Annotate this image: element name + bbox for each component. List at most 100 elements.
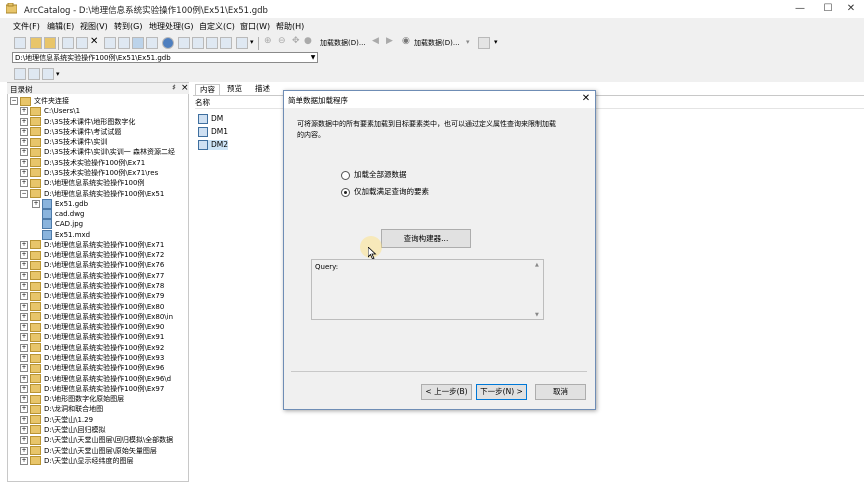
expand-icon[interactable]: + <box>20 415 28 424</box>
tree-item[interactable]: + D:\地理信息系统实验操作100例\Ex71 <box>20 240 164 250</box>
up-one-level-icon[interactable] <box>14 37 26 49</box>
expand-icon[interactable]: + <box>20 456 28 465</box>
expand-icon[interactable]: + <box>20 436 28 445</box>
tree-item[interactable]: + D:\地理信息系统实验操作100例\Ex79 <box>20 291 164 301</box>
metadata-icon[interactable] <box>28 68 40 80</box>
toolbar-options-icon[interactable]: ▾ <box>250 38 254 46</box>
menu-file[interactable]: 文件(F) <box>13 21 40 32</box>
tree-item[interactable]: + D:\3S技术课件\实训\实训一 森林资源二经 <box>20 147 175 157</box>
tab-description[interactable]: 描述 <box>251 84 274 94</box>
next-button[interactable]: 下一步(N) > <box>476 384 527 400</box>
close-button[interactable]: ✕ <box>836 2 864 16</box>
expand-icon[interactable]: + <box>20 395 28 404</box>
menu-view[interactable]: 视图(V) <box>80 21 108 32</box>
disconnect-folder-icon[interactable] <box>44 37 56 49</box>
radio-load-query[interactable]: 仅加载满足查询的要素 <box>341 186 429 197</box>
arctoolbox-icon[interactable] <box>206 37 218 49</box>
tab-contents[interactable]: 内容 <box>195 84 220 95</box>
radio-circle-selected[interactable] <box>341 187 350 197</box>
expand-icon[interactable]: + <box>20 261 28 270</box>
tree-item[interactable]: + D:\地理信息系统实验操作100例\Ex90 <box>20 322 164 332</box>
paste-icon[interactable] <box>76 37 88 49</box>
model-builder-icon[interactable] <box>236 37 248 49</box>
dialog-close-icon[interactable]: ✕ <box>580 93 592 105</box>
chevron-down-icon[interactable]: ▼ <box>308 52 318 63</box>
connect-folder-icon[interactable] <box>30 37 42 49</box>
expand-icon[interactable]: + <box>20 168 28 177</box>
toolbar-options-icon-2[interactable]: ▾ <box>494 38 498 46</box>
expand-icon[interactable]: + <box>20 282 28 291</box>
tree-item[interactable]: + D:\地理信息系统实验操作100例\Ex76 <box>20 260 164 270</box>
expand-icon[interactable]: + <box>32 199 40 208</box>
expand-icon[interactable]: + <box>20 138 28 147</box>
tree-item[interactable]: + D:\天堂山\显示经纬度的图层 <box>20 456 133 466</box>
tree-item[interactable]: + D:\地理信息系统实验操作100例\Ex96 <box>20 363 164 373</box>
disabled-tool-icon[interactable] <box>478 37 490 49</box>
expand-icon[interactable]: + <box>20 343 28 352</box>
expand-icon[interactable]: + <box>20 292 28 301</box>
expand-icon[interactable]: + <box>20 354 28 362</box>
tree-item[interactable]: + D:\地理信息系统实验操作100例\Ex80 <box>20 302 164 312</box>
tree-item[interactable]: + D:\天堂山\回归模拟 <box>20 425 105 435</box>
add-data-button[interactable]: 加载数据(D)... <box>320 38 366 48</box>
expand-icon[interactable]: + <box>20 446 28 455</box>
tree-item[interactable]: + D:\地理信息系统实验操作100例\Ex77 <box>20 271 164 281</box>
tree-item[interactable]: + D:\地理信息系统实验操作100例\Ex72 <box>20 250 164 260</box>
tree-item[interactable]: +cad.dwg <box>32 209 84 220</box>
tree-item[interactable]: + D:\地理信息系统实验操作100例\Ex78 <box>20 281 164 291</box>
tree-item[interactable]: + D:\地理信息系统实验操作100例\Ex80\in <box>20 312 173 322</box>
expand-icon[interactable]: + <box>20 384 28 393</box>
expand-icon[interactable]: + <box>20 323 28 332</box>
identify-icon[interactable]: ◉ <box>402 36 410 46</box>
delete-icon[interactable]: ✕ <box>90 36 98 47</box>
tree-item[interactable]: + D:\天堂山\1.29 <box>20 415 93 425</box>
forward-icon[interactable]: ▶ <box>386 36 393 46</box>
collapse-icon[interactable]: − <box>20 189 28 198</box>
expand-icon[interactable]: + <box>20 425 28 434</box>
search-window-icon[interactable] <box>192 37 204 49</box>
properties-icon[interactable] <box>42 68 54 80</box>
cancel-button[interactable]: 取消 <box>535 384 586 400</box>
tree-item[interactable]: + D:\3S技术课件\地形图数字化 <box>20 117 135 127</box>
expand-icon[interactable]: + <box>20 312 28 321</box>
expand-icon[interactable]: + <box>20 107 28 116</box>
scroll-down-icon[interactable]: ▼ <box>535 312 539 318</box>
tree-item[interactable]: − D:\地理信息系统实验操作100例\Ex51 <box>20 189 164 199</box>
expand-icon[interactable]: + <box>20 148 28 157</box>
location-input[interactable]: D:\地理信息系统实验操作100例\Ex51\Ex51.gdb <box>12 52 318 63</box>
menu-geoprocessing[interactable]: 地理处理(G) <box>149 21 193 32</box>
details-icon[interactable] <box>132 37 144 49</box>
expand-icon[interactable]: + <box>20 302 28 311</box>
tree-item[interactable]: + D:\3S技术实验操作100例\Ex71 <box>20 158 145 168</box>
tree-item[interactable]: + D:\天堂山\天堂山图层\回归模拟\全部数据 <box>20 435 173 445</box>
list-item[interactable]: DM1 <box>198 127 228 137</box>
tree-item[interactable]: + D:\地理信息系统实验操作100例\Ex91 <box>20 332 164 342</box>
list-icon[interactable] <box>118 37 130 49</box>
tree-item[interactable]: + D:\地理信息系统实验操作100例\Ex92 <box>20 343 164 353</box>
add-data-button-2[interactable]: 加载数据(D)... <box>414 38 460 48</box>
expand-icon[interactable]: + <box>20 405 28 414</box>
menu-help[interactable]: 帮助(H) <box>276 21 304 32</box>
radio-circle[interactable] <box>341 170 350 180</box>
expand-icon[interactable]: + <box>20 158 28 167</box>
tree-item[interactable]: + D:\地理信息系统实验操作100例\Ex93 <box>20 353 164 363</box>
copy-icon[interactable] <box>62 37 74 49</box>
expand-icon[interactable]: + <box>20 333 28 342</box>
collapse-icon[interactable]: − <box>10 97 18 105</box>
expand-icon[interactable]: + <box>20 271 28 280</box>
tree-item[interactable]: + D:\地理信息系统实验操作100例\Ex96\d <box>20 374 171 384</box>
pin-icon[interactable]: ♯ <box>172 83 176 92</box>
catalog-window-icon[interactable] <box>178 37 190 49</box>
list-item[interactable]: DM <box>198 114 223 124</box>
tree-item[interactable]: + D:\3S技术课件\考试试题 <box>20 127 121 137</box>
tree-item[interactable]: + D:\龙洞和联合地图 <box>20 404 103 414</box>
minimize-button[interactable]: — <box>785 2 815 16</box>
query-textarea[interactable] <box>311 259 544 320</box>
tree-item[interactable]: − 文件夹连接 <box>10 96 69 106</box>
tree-item[interactable]: + D:\3S技术实验操作100例\Ex71\res <box>20 168 158 178</box>
toolbar-dropdown-icon[interactable]: ▾ <box>466 38 470 46</box>
list-item[interactable]: DM2 <box>198 140 229 150</box>
back-icon[interactable]: ◀ <box>372 36 379 46</box>
menu-goto[interactable]: 转到(G) <box>114 21 142 32</box>
radio-load-all[interactable]: 加载全部源数据 <box>341 169 407 180</box>
